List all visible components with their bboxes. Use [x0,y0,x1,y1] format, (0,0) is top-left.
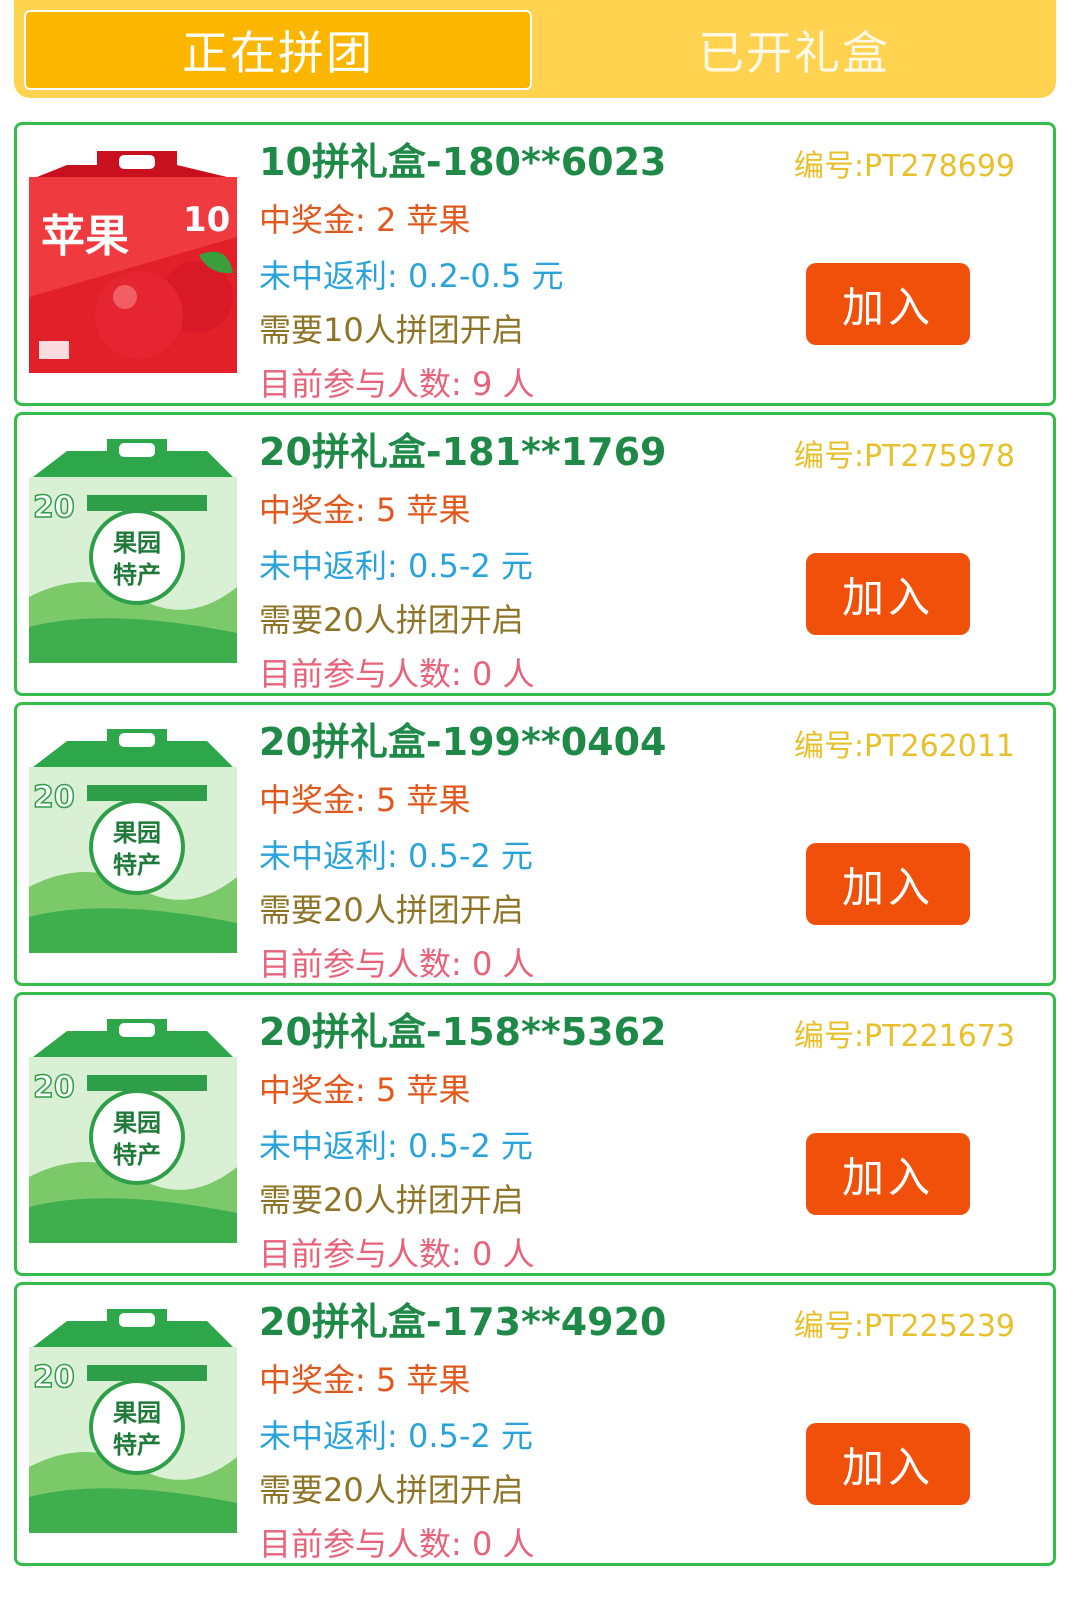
orchard-gift-box-image: 20 果园 特产 [29,439,237,663]
list-item: 20 果园 特产 20拼礼盒-181**1769 编号:PT275978 中奖金… [14,412,1056,696]
prize-text: 中奖金: 2 苹果 [259,201,471,239]
svg-text:特产: 特产 [113,851,161,879]
required-members-text: 需要20人拼团开启 [259,1471,524,1509]
join-button[interactable]: 加入 [806,1423,970,1505]
participant-count-text: 目前参与人数: 9 人 [259,365,535,403]
orchard-gift-box-image: 20 果园 特产 [29,1309,237,1533]
box-serial-number: 编号:PT262011 [793,729,1015,764]
participant-count-text: 目前参与人数: 0 人 [259,1235,535,1273]
svg-text:果园: 果园 [113,819,161,847]
box-serial-number: 编号:PT225239 [793,1309,1015,1344]
svg-text:特产: 特产 [113,1431,161,1459]
box-label-text: 苹果 [41,211,129,262]
svg-text:果园: 果园 [113,529,161,557]
prize-text: 中奖金: 5 苹果 [259,1361,471,1399]
prize-text: 中奖金: 5 苹果 [259,781,471,819]
box-title: 10拼礼盒-180**6023 [259,140,667,184]
list-item: 20 果园 特产 20拼礼盒-173**4920 编号:PT225239 中奖金… [14,1282,1056,1566]
svg-text:特产: 特产 [113,1141,161,1169]
join-button[interactable]: 加入 [806,1133,970,1215]
join-button[interactable]: 加入 [806,553,970,635]
join-button[interactable]: 加入 [806,843,970,925]
svg-text:果园: 果园 [113,1109,161,1137]
tab-bar: 正在拼团 已开礼盒 [14,0,1056,98]
box-number-text: 20 [33,490,75,525]
participant-count-text: 目前参与人数: 0 人 [259,1525,535,1563]
rebate-text: 未中返利: 0.5-2 元 [259,547,533,585]
rebate-text: 未中返利: 0.5-2 元 [259,837,533,875]
required-members-text: 需要20人拼团开启 [259,1181,524,1219]
box-number-text: 20 [33,1070,75,1105]
box-number-text: 20 [33,780,75,815]
prize-text: 中奖金: 5 苹果 [259,1071,471,1109]
orchard-gift-box-image: 20 果园 特产 [29,1019,237,1243]
tab-opened-boxes[interactable]: 已开礼盒 [540,10,1048,90]
box-number-text: 20 [33,1360,75,1395]
rebate-text: 未中返利: 0.5-2 元 [259,1127,533,1165]
list-item: 苹果 10 10拼礼盒-180**6023 编号:PT278699 中奖金: 2… [14,122,1056,406]
rebate-text: 未中返利: 0.2-0.5 元 [259,257,564,295]
prize-text: 中奖金: 5 苹果 [259,491,471,529]
box-title: 20拼礼盒-173**4920 [259,1300,667,1344]
list-item: 20 果园 特产 20拼礼盒-199**0404 编号:PT262011 中奖金… [14,702,1056,986]
box-serial-number: 编号:PT275978 [793,439,1015,474]
box-serial-number: 编号:PT221673 [793,1019,1015,1054]
box-serial-number: 编号:PT278699 [793,149,1015,184]
svg-text:特产: 特产 [113,561,161,589]
box-number-text: 10 [183,200,230,240]
svg-text:果园: 果园 [113,1399,161,1427]
apple-gift-box-image: 苹果 10 [29,151,237,373]
box-title: 20拼礼盒-158**5362 [259,1010,667,1054]
required-members-text: 需要20人拼团开启 [259,601,524,639]
gift-box-list: 苹果 10 10拼礼盒-180**6023 编号:PT278699 中奖金: 2… [14,122,1056,1572]
box-title: 20拼礼盒-199**0404 [259,720,667,764]
box-title: 20拼礼盒-181**1769 [259,430,667,474]
required-members-text: 需要20人拼团开启 [259,891,524,929]
list-item: 20 果园 特产 20拼礼盒-158**5362 编号:PT221673 中奖金… [14,992,1056,1276]
participant-count-text: 目前参与人数: 0 人 [259,655,535,693]
orchard-gift-box-image: 20 果园 特产 [29,729,237,953]
tab-ongoing-group[interactable]: 正在拼团 [24,10,532,90]
join-button[interactable]: 加入 [806,263,970,345]
rebate-text: 未中返利: 0.5-2 元 [259,1417,533,1455]
required-members-text: 需要10人拼团开启 [259,311,524,349]
participant-count-text: 目前参与人数: 0 人 [259,945,535,983]
